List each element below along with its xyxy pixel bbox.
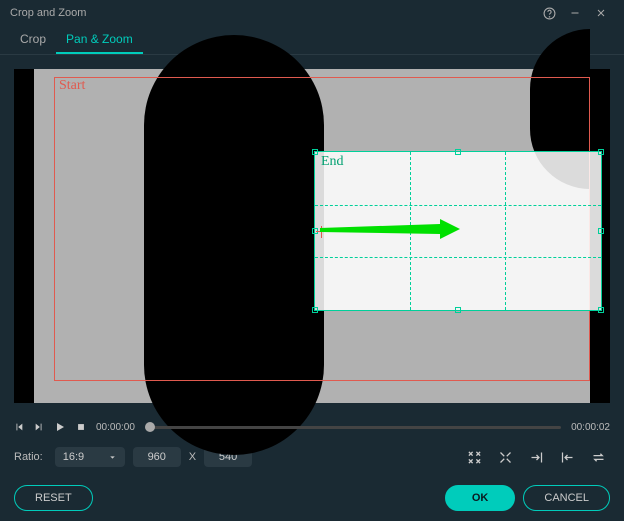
grid-line [315,205,601,206]
align-start-icon[interactable] [556,450,579,465]
resize-handle[interactable] [598,149,604,155]
resize-handle[interactable] [455,149,461,155]
x-label: X [189,451,196,463]
tab-crop[interactable]: Crop [10,26,56,54]
motion-arrow-icon [320,219,465,239]
window-title: Crop and Zoom [10,7,536,19]
tabs: Crop Pan & Zoom [0,26,624,55]
ratio-label: Ratio: [14,451,43,463]
grid-line [505,152,506,310]
seek-slider[interactable] [145,426,561,429]
reset-button[interactable]: RESET [14,485,93,511]
chevron-down-icon [108,453,117,462]
resize-handle[interactable] [312,149,318,155]
help-icon[interactable] [536,0,562,26]
fit-icon[interactable] [463,450,486,465]
grid-line [315,257,601,258]
width-input[interactable]: 960 [133,447,181,467]
minimize-icon[interactable] [562,0,588,26]
seek-thumb[interactable] [145,422,155,432]
next-frame-icon[interactable] [34,422,44,432]
resize-handle[interactable] [312,307,318,313]
resize-handle[interactable] [598,228,604,234]
playback-bar: 00:00:00 00:00:02 [0,417,624,439]
footer: RESET OK CANCEL [0,475,624,521]
ratio-value: 16:9 [63,451,84,463]
video-canvas[interactable]: Start End [14,69,610,403]
swap-icon[interactable] [587,450,610,465]
end-time: 00:00:02 [571,422,610,433]
ok-button[interactable]: OK [445,485,516,511]
current-time: 00:00:00 [96,422,135,433]
play-icon[interactable] [54,421,66,433]
cancel-button[interactable]: CANCEL [523,485,610,511]
start-label: Start [59,78,85,94]
prev-frame-icon[interactable] [14,422,24,432]
resize-handle[interactable] [598,307,604,313]
titlebar: Crop and Zoom [0,0,624,26]
stop-icon[interactable] [76,422,86,432]
expand-icon[interactable] [494,450,517,465]
end-label: End [321,154,344,170]
align-end-icon[interactable] [525,450,548,465]
tab-pan-zoom[interactable]: Pan & Zoom [56,26,143,54]
ratio-select[interactable]: 16:9 [55,447,125,467]
ratio-row: Ratio: 16:9 960 X 540 [0,439,624,475]
resize-handle[interactable] [455,307,461,313]
close-icon[interactable] [588,0,614,26]
preview-area: Start End [0,55,624,417]
